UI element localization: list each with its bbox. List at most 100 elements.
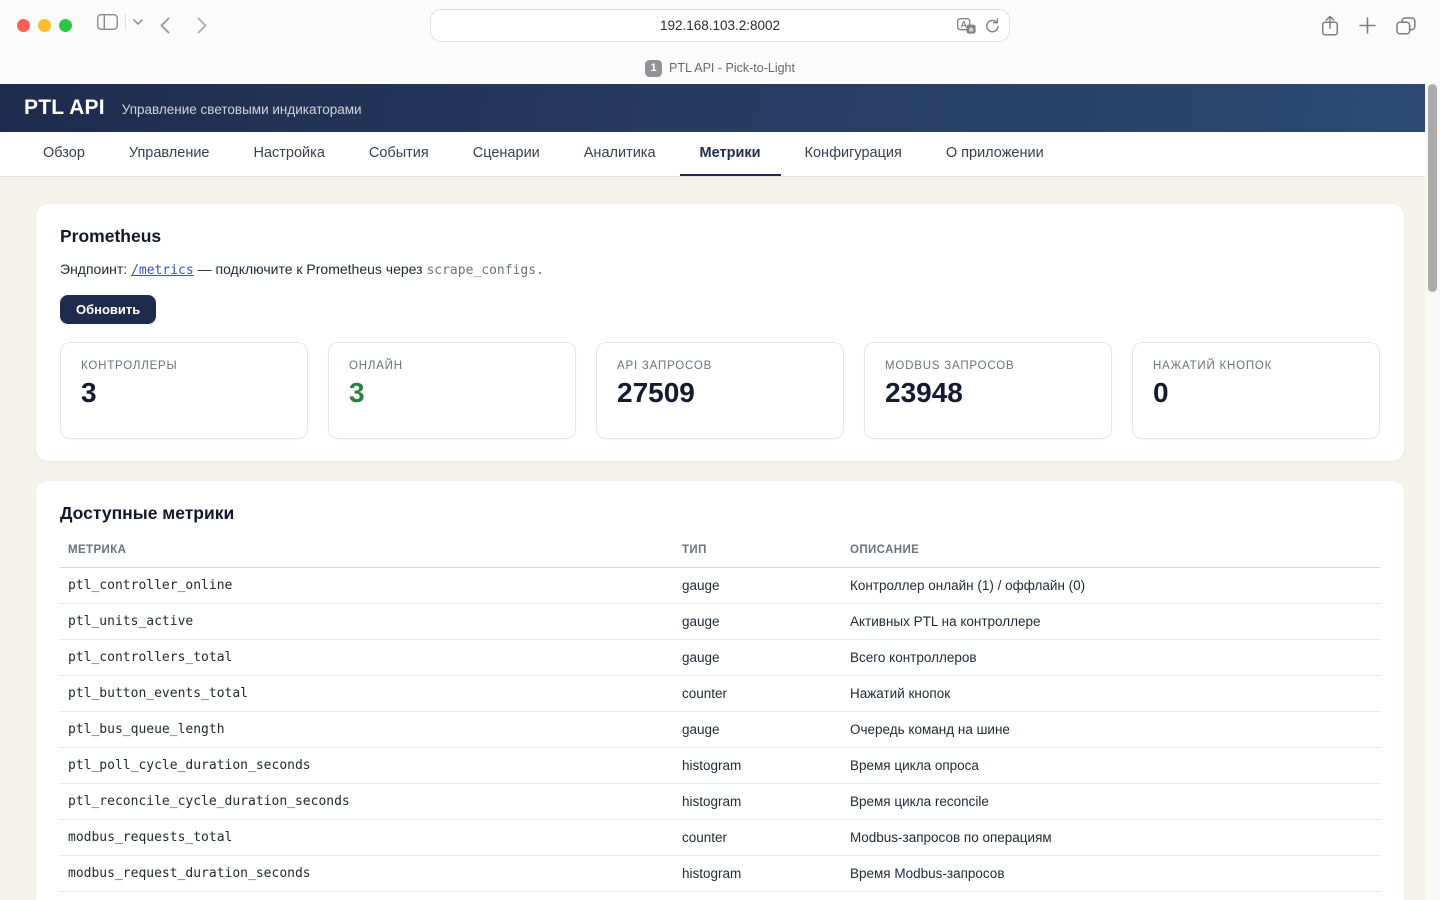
metric-name-cell: ptl_controller_online	[60, 568, 674, 604]
metrics-table: МЕТРИКА ТИП ОПИСАНИЕ ptl_controller_onli…	[60, 532, 1380, 892]
translate-icon[interactable]: A a	[957, 18, 976, 34]
endpoint-line: Эндпоинт: /metrics — подключите к Promet…	[60, 260, 1380, 280]
table-row: ptl_button_events_totalcounterНажатий кн…	[60, 676, 1380, 712]
app-header: PTL API Управление световыми индикаторам…	[0, 84, 1440, 132]
page-content: Prometheus Эндпоинт: /metrics — подключи…	[0, 177, 1440, 900]
main-nav: ОбзорУправлениеНастройкаСобытияСценарииА…	[0, 132, 1440, 177]
metric-type-cell: histogram	[674, 784, 842, 820]
prometheus-title: Prometheus	[60, 226, 1380, 247]
metric-description-cell: Время цикла reconcile	[842, 784, 1380, 820]
metric-type-cell: gauge	[674, 568, 842, 604]
metric-description-cell: Время Modbus-запросов	[842, 856, 1380, 892]
metric-description-cell: Очередь команд на шине	[842, 712, 1380, 748]
metric-type-cell: histogram	[674, 748, 842, 784]
stat-value: 3	[81, 378, 287, 409]
tab-bar[interactable]: 1 PTL API - Pick-to-Light	[0, 52, 1440, 84]
tab-setup[interactable]: Настройка	[234, 132, 345, 176]
stat-label: API ЗАПРОСОВ	[617, 360, 823, 372]
table-row: ptl_units_activegaugeАктивных PTL на кон…	[60, 604, 1380, 640]
stat-value: 3	[349, 378, 555, 409]
back-button-icon[interactable]	[160, 17, 170, 34]
stat-card-modbus-requests: MODBUS ЗАПРОСОВ 23948	[864, 342, 1112, 439]
metric-type-cell: counter	[674, 820, 842, 856]
stat-value: 0	[1153, 378, 1359, 409]
stat-card-button-presses: НАЖАТИЙ КНОПОК 0	[1132, 342, 1380, 439]
table-row: ptl_bus_queue_lengthgaugeОчередь команд …	[60, 712, 1380, 748]
metrics-endpoint-link[interactable]: /metrics	[131, 263, 194, 278]
metric-type-cell: gauge	[674, 712, 842, 748]
tab-overview[interactable]: Обзор	[23, 132, 105, 176]
refresh-button[interactable]: Обновить	[60, 295, 156, 324]
tab-control[interactable]: Управление	[109, 132, 230, 176]
stat-label: ОНЛАЙН	[349, 360, 555, 372]
metric-type-cell: gauge	[674, 640, 842, 676]
address-bar[interactable]: 192.168.103.2:8002 A a	[430, 9, 1010, 42]
stat-card-api-requests: API ЗАПРОСОВ 27509	[596, 342, 844, 439]
tab-overview-icon[interactable]	[1396, 17, 1416, 35]
close-window-button[interactable]	[17, 19, 30, 32]
tab-metrics[interactable]: Метрики	[680, 132, 781, 176]
app-subtitle: Управление световыми индикаторами	[122, 99, 362, 117]
tab-config[interactable]: Конфигурация	[785, 132, 922, 176]
table-row: modbus_requests_totalcounterModbus-запро…	[60, 820, 1380, 856]
column-header-metric: МЕТРИКА	[60, 532, 674, 568]
metric-name-cell: ptl_reconcile_cycle_duration_seconds	[60, 784, 674, 820]
new-tab-icon[interactable]	[1359, 17, 1376, 34]
table-row: ptl_reconcile_cycle_duration_secondshist…	[60, 784, 1380, 820]
tab-about[interactable]: О приложении	[926, 132, 1064, 176]
stat-card-controllers: КОНТРОЛЛЕРЫ 3	[60, 342, 308, 439]
stats-row: КОНТРОЛЛЕРЫ 3 ОНЛАЙН 3 API ЗАПРОСОВ 27509 MODB…	[60, 342, 1380, 439]
metric-name-cell: ptl_controllers_total	[60, 640, 674, 676]
tab-title: PTL API - Pick-to-Light	[669, 61, 795, 75]
metric-name-cell: modbus_requests_total	[60, 820, 674, 856]
stat-label: КОНТРОЛЛЕРЫ	[81, 360, 287, 372]
share-icon[interactable]	[1321, 15, 1339, 36]
tab-analytics[interactable]: Аналитика	[564, 132, 676, 176]
table-row: modbus_request_duration_secondshistogram…	[60, 856, 1380, 892]
browser-toolbar: 192.168.103.2:8002 A a	[0, 0, 1440, 52]
metrics-table-title: Доступные метрики	[60, 503, 1380, 524]
metric-type-cell: gauge	[674, 604, 842, 640]
metrics-table-card: Доступные метрики МЕТРИКА ТИП ОПИСАНИЕ p…	[36, 481, 1404, 900]
metric-description-cell: Всего контроллеров	[842, 640, 1380, 676]
metric-description-cell: Нажатий кнопок	[842, 676, 1380, 712]
metric-type-cell: counter	[674, 676, 842, 712]
metric-description-cell: Время цикла опроса	[842, 748, 1380, 784]
app-brand: PTL API	[24, 96, 105, 120]
minimize-window-button[interactable]	[38, 19, 51, 32]
sidebar-toggle-icon[interactable]	[97, 14, 118, 30]
scrollbar-thumb[interactable]	[1428, 84, 1437, 292]
stat-card-online: ОНЛАЙН 3	[328, 342, 576, 439]
tab-events[interactable]: События	[349, 132, 449, 176]
svg-text:A: A	[960, 19, 967, 29]
metric-name-cell: modbus_request_duration_seconds	[60, 856, 674, 892]
metric-name-cell: ptl_button_events_total	[60, 676, 674, 712]
endpoint-code: scrape_configs.	[426, 263, 543, 278]
column-header-type: ТИП	[674, 532, 842, 568]
metric-description-cell: Активных PTL на контроллере	[842, 604, 1380, 640]
endpoint-middle: — подключите к Prometheus через	[198, 261, 423, 277]
endpoint-prefix: Эндпоинт:	[60, 261, 127, 277]
table-row: ptl_controller_onlinegaugeКонтроллер онл…	[60, 568, 1380, 604]
tab-count-badge: 1	[645, 60, 662, 77]
zoom-window-button[interactable]	[59, 19, 72, 32]
window-controls	[17, 19, 72, 32]
stat-label: НАЖАТИЙ КНОПОК	[1153, 360, 1359, 372]
prometheus-card: Prometheus Эндпоинт: /metrics — подключи…	[36, 204, 1404, 461]
stat-value: 23948	[885, 378, 1091, 409]
stat-value: 27509	[617, 378, 823, 409]
metric-type-cell: histogram	[674, 856, 842, 892]
metric-name-cell: ptl_poll_cycle_duration_seconds	[60, 748, 674, 784]
column-header-description: ОПИСАНИЕ	[842, 532, 1380, 568]
tab-scenarios[interactable]: Сценарии	[453, 132, 560, 176]
table-row: ptl_controllers_totalgaugeВсего контролл…	[60, 640, 1380, 676]
toolbar-divider	[125, 14, 126, 30]
metric-name-cell: ptl_units_active	[60, 604, 674, 640]
metric-description-cell: Modbus-запросов по операциям	[842, 820, 1380, 856]
reload-icon[interactable]	[985, 18, 1000, 34]
address-bar-url: 192.168.103.2:8002	[660, 18, 780, 33]
forward-button-icon[interactable]	[197, 17, 207, 34]
stat-label: MODBUS ЗАПРОСОВ	[885, 360, 1091, 372]
chevron-down-icon[interactable]	[133, 19, 143, 25]
page-scrollbar[interactable]	[1425, 82, 1440, 900]
